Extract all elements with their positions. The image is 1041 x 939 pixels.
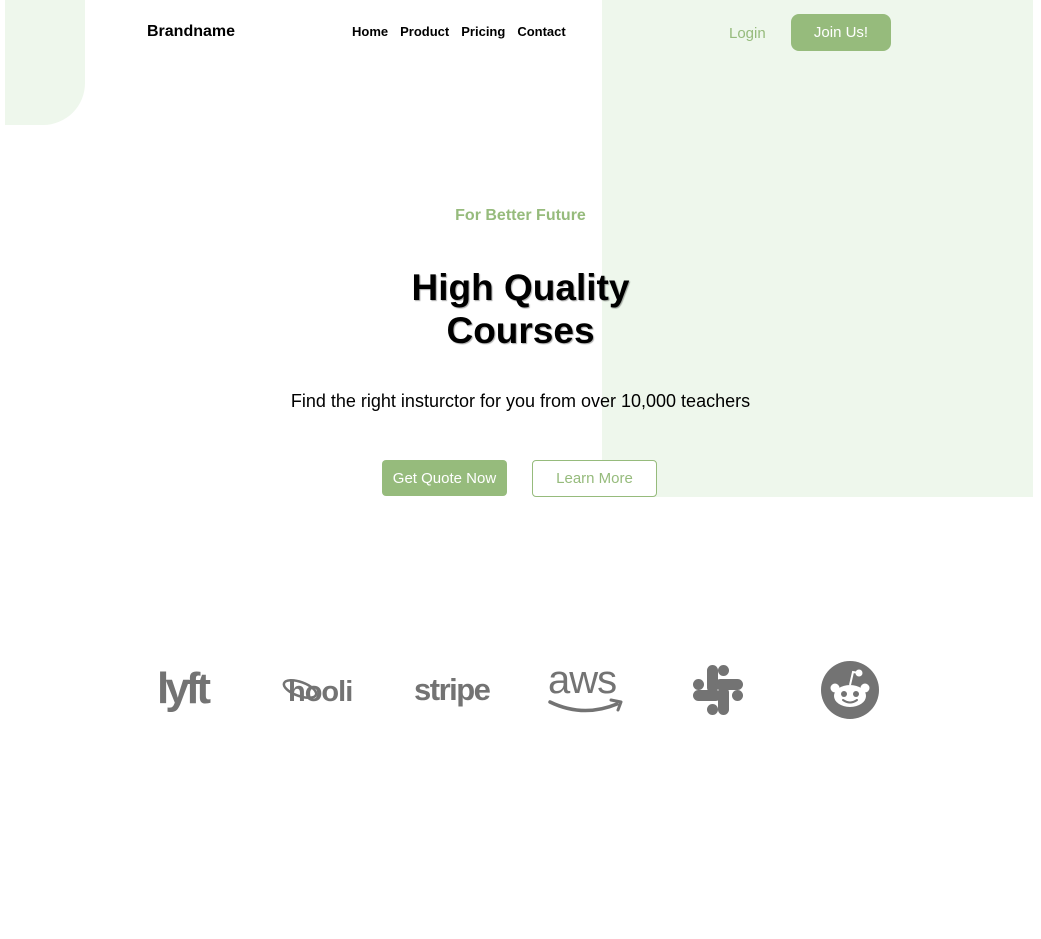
decorative-background-panel xyxy=(602,0,1033,497)
reddit-icon xyxy=(821,661,879,719)
nav-link-contact[interactable]: Contact xyxy=(517,24,565,39)
slack-icon xyxy=(693,665,743,715)
stripe-logo: stripe xyxy=(410,655,495,725)
lyft-logo: lyft xyxy=(152,655,224,725)
nav-link-product[interactable]: Product xyxy=(400,24,449,39)
lyft-logo-text: lyft xyxy=(157,665,211,713)
get-quote-button[interactable]: Get Quote Now xyxy=(382,460,507,496)
hero-title-line-2: Courses xyxy=(446,310,595,351)
nav-link-home[interactable]: Home xyxy=(352,24,388,39)
main-nav: Home Product Pricing Contact xyxy=(352,24,566,39)
learn-more-button[interactable]: Learn More xyxy=(532,460,657,497)
hero-eyebrow: For Better Future xyxy=(455,207,586,224)
hooli-logo-text: hooli xyxy=(288,676,352,708)
aws-logo: aws xyxy=(545,655,627,725)
hooli-logo: hooli xyxy=(280,655,362,725)
slack-logo xyxy=(688,655,748,725)
hero-title-line-1: High Quality xyxy=(411,267,630,308)
stripe-logo-text: stripe xyxy=(414,672,491,707)
hero-subtitle: Find the right insturctor for you from o… xyxy=(290,391,751,411)
decorative-corner-shape xyxy=(5,0,85,125)
login-link[interactable]: Login xyxy=(729,25,766,42)
hero-title: High Quality Courses xyxy=(0,266,1041,352)
nav-link-pricing[interactable]: Pricing xyxy=(461,24,505,39)
reddit-logo xyxy=(818,655,882,725)
client-logos: lyft hooli stripe aws xyxy=(0,655,1041,725)
brand-logo[interactable]: Brandname xyxy=(147,23,235,41)
aws-logo-text: aws xyxy=(548,660,616,702)
join-button[interactable]: Join Us! xyxy=(791,14,891,51)
